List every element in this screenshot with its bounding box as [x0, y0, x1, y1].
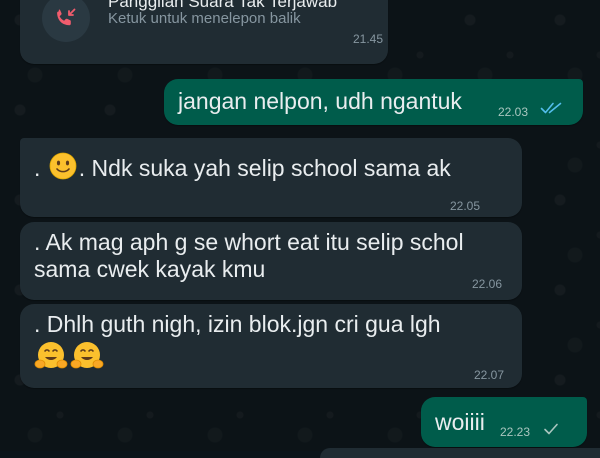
- emoji-row: [34, 340, 106, 377]
- message-line: sama cwek kayak kmu: [34, 256, 266, 282]
- slightly-smiling-face-emoji: [49, 152, 77, 180]
- message-time: 22.05: [450, 199, 481, 213]
- message-line: . Ak mag aph g se whort eat itu selip sc…: [34, 229, 464, 255]
- message-text: jangan nelpon, udh ngantuk: [178, 88, 462, 114]
- incoming-message[interactable]: . Dhlh guth nigh, izin blok.jgn cri gua …: [20, 304, 522, 388]
- message-time: 22.03: [498, 105, 529, 119]
- message-text: . . Ndk suka yah selip school sama ak: [34, 152, 451, 183]
- message-text: . Dhlh guth nigh, izin blok.jgn cri gua …: [34, 311, 441, 337]
- message-time: 22.06: [472, 277, 503, 291]
- missed-call-icon-wrap: [42, 0, 90, 42]
- message-time: 22.23: [500, 425, 531, 439]
- missed-call-message[interactable]: Panggilan Suara Tak Terjawab Ketuk untuk…: [20, 0, 388, 64]
- incoming-message[interactable]: . . Ndk suka yah selip school sama ak 22…: [20, 138, 522, 217]
- message-input-bar[interactable]: [320, 448, 600, 458]
- outgoing-message[interactable]: jangan nelpon, udh ngantuk 22.03: [164, 79, 583, 125]
- outgoing-message[interactable]: woiiii 22.23: [421, 397, 587, 447]
- message-time: 21.45: [353, 32, 384, 46]
- message-body: . Ndk suka yah selip school sama ak: [78, 155, 451, 181]
- double-check-read-icon: [540, 102, 562, 114]
- message-text: woiiii: [435, 409, 485, 435]
- hugging-face-emoji: [70, 342, 104, 369]
- single-check-icon: [544, 423, 558, 435]
- message-time: 22.07: [474, 368, 505, 382]
- hugging-face-emoji: [34, 342, 68, 369]
- missed-call-subtitle: Ketuk untuk menelepon balik: [108, 10, 301, 27]
- missed-call-icon: [57, 8, 76, 26]
- incoming-message[interactable]: . Ak mag aph g se whort eat itu selip sc…: [20, 222, 522, 300]
- message-prefix: .: [34, 155, 41, 181]
